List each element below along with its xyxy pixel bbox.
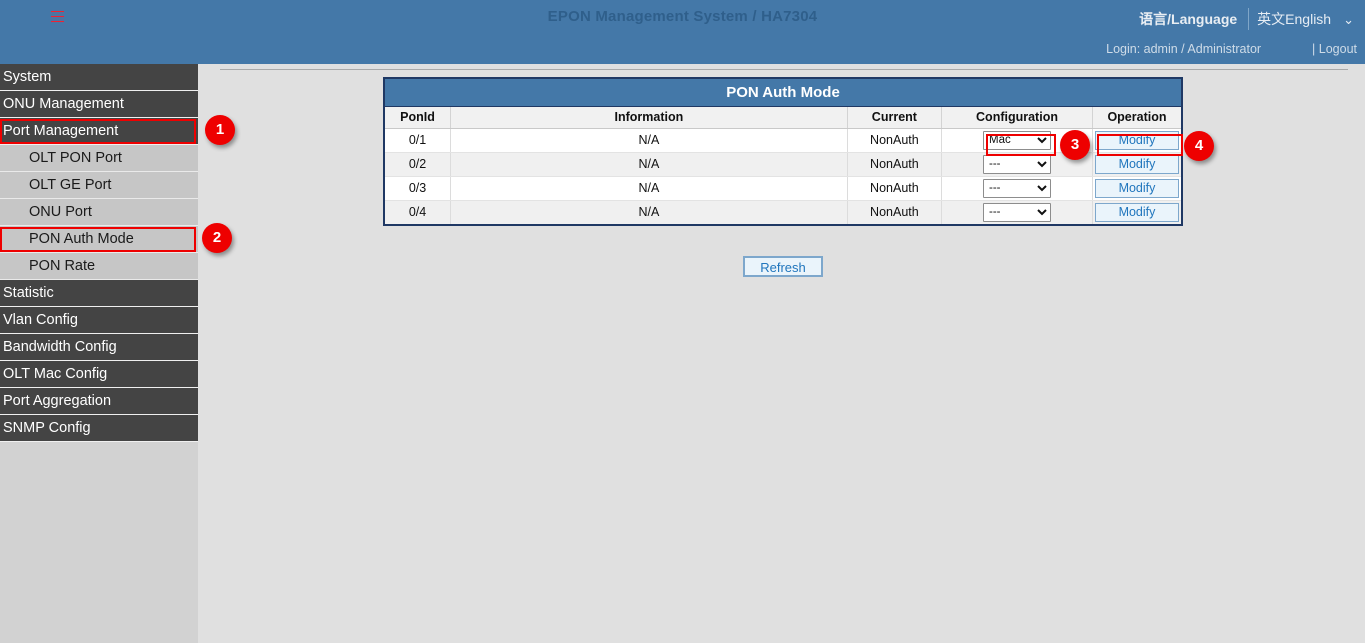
refresh-button[interactable]: Refresh (743, 256, 823, 277)
sidebar-item-label: OLT GE Port (29, 177, 111, 193)
cell-current: NonAuth (847, 200, 941, 224)
column-header-operation: Operation (1092, 107, 1181, 128)
cell-operation: Modify (1092, 152, 1181, 176)
sidebar-item-system[interactable]: System (0, 64, 198, 91)
content-divider (220, 69, 1348, 70)
sidebar-item-olt-mac-config[interactable]: OLT Mac Config (0, 361, 198, 388)
cell-operation: Modify (1092, 200, 1181, 224)
sidebar-item-label: Port Aggregation (3, 393, 111, 409)
config-select-row-1[interactable]: Mac (983, 131, 1051, 150)
cell-operation: Modify (1092, 176, 1181, 200)
panel-title: PON Auth Mode (385, 79, 1181, 107)
sidebar-item-label: Bandwidth Config (3, 339, 117, 355)
language-block: 语言/Language 英文English ⌄ (1139, 8, 1357, 30)
modify-button-row-4[interactable]: Modify (1095, 203, 1179, 222)
sidebar-item-label: Port Management (3, 123, 118, 139)
table-header-row: PonId Information Current Configuration … (385, 107, 1181, 128)
app-header: HiOSO EPON Management System / HA7304 语言… (0, 0, 1365, 64)
sidebar-item-label: PON Rate (29, 258, 95, 274)
annotation-badge-2: 2 (202, 223, 232, 253)
cell-configuration: --- (942, 176, 1093, 200)
modify-button-row-2[interactable]: Modify (1095, 155, 1179, 174)
annotation-badge-4: 4 (1184, 131, 1214, 161)
sidebar-item-port-aggregation[interactable]: Port Aggregation (0, 388, 198, 415)
cell-information: N/A (451, 152, 848, 176)
config-select-row-4[interactable]: --- (983, 203, 1051, 222)
annotation-badge-1: 1 (205, 115, 235, 145)
cell-information: N/A (451, 200, 848, 224)
config-select-row-2[interactable]: --- (983, 155, 1051, 174)
page-root: HiOSO EPON Management System / HA7304 语言… (0, 0, 1365, 643)
sidebar-item-port-management[interactable]: Port Management (0, 118, 198, 145)
cell-current: NonAuth (847, 176, 941, 200)
sidebar-item-olt-ge-port[interactable]: OLT GE Port (0, 172, 198, 199)
table-row: 0/2 N/A NonAuth --- Modify (385, 152, 1181, 176)
sidebar-item-vlan-config[interactable]: Vlan Config (0, 307, 198, 334)
cell-current: NonAuth (847, 152, 941, 176)
config-select-row-3[interactable]: --- (983, 179, 1051, 198)
column-header-current: Current (847, 107, 941, 128)
sidebar-item-label: OLT Mac Config (3, 366, 107, 382)
modify-button-row-3[interactable]: Modify (1095, 179, 1179, 198)
cell-current: NonAuth (847, 128, 941, 152)
session-info: Login: admin / Administrator | Logout (1106, 42, 1357, 56)
cell-ponid: 0/3 (385, 176, 451, 200)
logout-link[interactable]: | Logout (1312, 42, 1357, 56)
column-header-information: Information (451, 107, 848, 128)
sidebar-item-label: ONU Management (3, 96, 124, 112)
table-row: 0/3 N/A NonAuth --- Modify (385, 176, 1181, 200)
sidebar-item-label: SNMP Config (3, 420, 91, 436)
sidebar-item-label: Statistic (3, 285, 54, 301)
cell-ponid: 0/1 (385, 128, 451, 152)
sidebar-item-pon-rate[interactable]: PON Rate (0, 253, 198, 280)
column-header-ponid: PonId (385, 107, 451, 128)
cell-information: N/A (451, 176, 848, 200)
sidebar-item-statistic[interactable]: Statistic (0, 280, 198, 307)
cell-ponid: 0/4 (385, 200, 451, 224)
column-header-configuration: Configuration (942, 107, 1093, 128)
sidebar-item-onu-management[interactable]: ONU Management (0, 91, 198, 118)
sidebar-nav: System ONU Management Port Management OL… (0, 64, 198, 643)
sidebar-item-label: PON Auth Mode (29, 231, 134, 247)
sidebar-item-olt-pon-port[interactable]: OLT PON Port (0, 145, 198, 172)
sidebar-item-pon-auth-mode[interactable]: PON Auth Mode (0, 226, 198, 253)
language-selector[interactable]: 英文English ⌄ (1248, 8, 1357, 30)
sidebar-item-label: Vlan Config (3, 312, 78, 328)
login-user: Login: admin / Administrator (1106, 42, 1261, 56)
annotation-badge-3: 3 (1060, 130, 1090, 160)
sidebar-item-label: System (3, 69, 51, 85)
sidebar-item-label: OLT PON Port (29, 150, 122, 166)
table-row: 0/4 N/A NonAuth --- Modify (385, 200, 1181, 224)
cell-operation: Modify (1092, 128, 1181, 152)
chevron-down-icon: ⌄ (1343, 13, 1354, 26)
pon-auth-mode-table: PonId Information Current Configuration … (385, 107, 1181, 224)
sidebar-item-onu-port[interactable]: ONU Port (0, 199, 198, 226)
sidebar-item-label: ONU Port (29, 204, 92, 220)
cell-configuration: --- (942, 200, 1093, 224)
cell-information: N/A (451, 128, 848, 152)
language-selected-value: 英文English (1257, 9, 1331, 29)
modify-button-row-1[interactable]: Modify (1095, 131, 1179, 150)
language-label: 语言/Language (1139, 9, 1237, 29)
sidebar-item-bandwidth-config[interactable]: Bandwidth Config (0, 334, 198, 361)
sidebar-item-snmp-config[interactable]: SNMP Config (0, 415, 198, 442)
cell-ponid: 0/2 (385, 152, 451, 176)
